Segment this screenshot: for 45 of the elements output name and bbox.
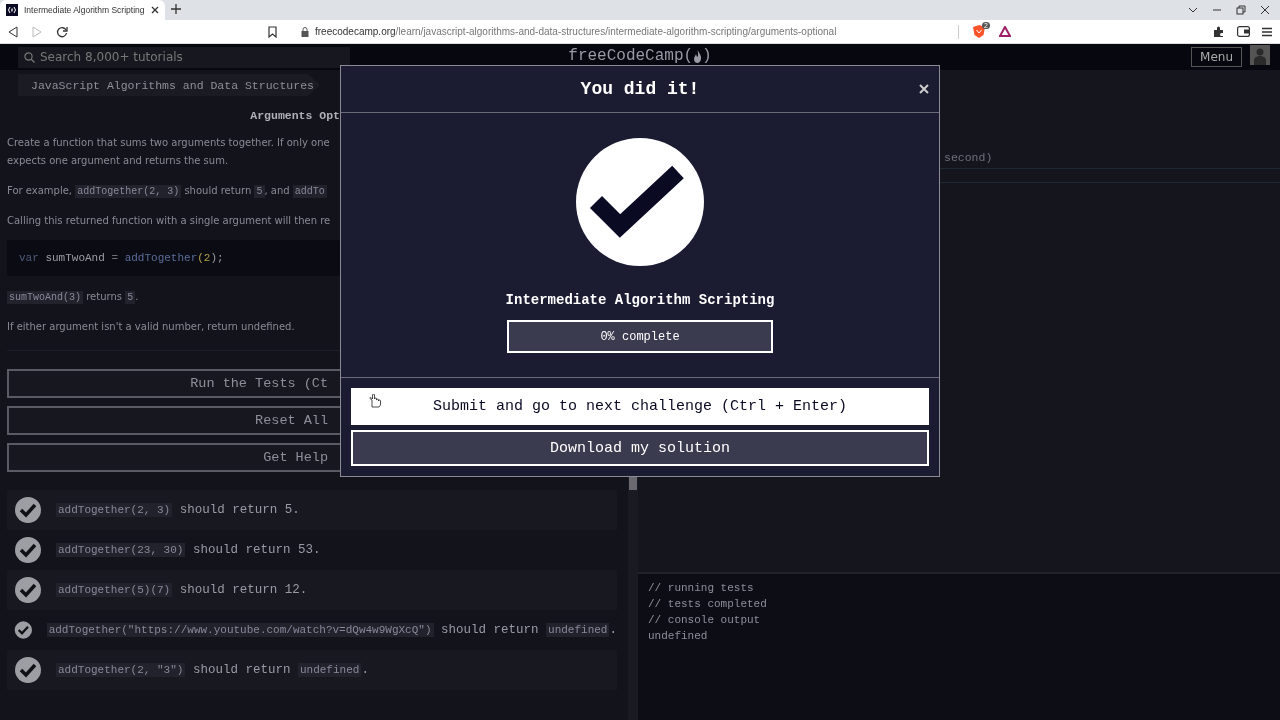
submit-button[interactable]: Submit and go to next challenge (Ctrl + Enter)	[351, 388, 929, 425]
wallet-icon[interactable]	[1237, 26, 1250, 37]
description-text: Calling this returned function with a single argument will then re	[7, 214, 331, 228]
puzzle-icon[interactable]	[1213, 25, 1225, 38]
description-text: sumTwoAnd(3) returns 5 .	[7, 290, 139, 306]
logo-text[interactable]: )	[702, 47, 712, 65]
restore-icon[interactable]	[1236, 5, 1246, 15]
check-icon	[576, 138, 704, 266]
lock-icon	[301, 26, 309, 37]
close-icon[interactable]	[151, 6, 159, 14]
search-icon	[24, 51, 35, 63]
console-line: // tests completed	[648, 597, 768, 612]
description-text: For example, addTogether(2, 3) should return 5 , and addTo	[7, 184, 327, 200]
test-description: addTogether(23, 30) should return 53.	[56, 543, 321, 557]
bookmark-icon[interactable]	[268, 25, 277, 38]
url-text[interactable]: freecodecamp.org/learn/javascript-algorithms-and-data-structures/intermediate-algorithm-scripting/arguments-optional	[315, 26, 837, 37]
challenge-title: Arguments Opt	[249, 109, 340, 122]
search-field[interactable]: Search 8,000+ tutorials	[18, 46, 350, 68]
progress-bar: 0% complete	[507, 320, 773, 353]
console-line: // console output	[648, 613, 762, 628]
chevron-down-icon[interactable]	[1188, 7, 1198, 13]
reload-icon[interactable]	[56, 25, 68, 38]
menu-button[interactable]: Menu	[1191, 47, 1242, 67]
plus-icon[interactable]	[171, 4, 181, 14]
pointer-cursor-icon	[369, 394, 381, 408]
menu-icon[interactable]	[1262, 26, 1272, 37]
close-icon[interactable]	[1260, 5, 1270, 15]
test-description: addTogether(5)(7) should return 12.	[56, 583, 308, 597]
triangle-icon[interactable]	[999, 26, 1011, 37]
download-button[interactable]: Download my solution	[351, 430, 929, 466]
test-description: addTogether(2, "3") should return undefined .	[56, 663, 369, 677]
shield-icon[interactable]	[973, 25, 985, 38]
console-line: // running tests	[648, 581, 755, 596]
test-description: addTogether(2, 3) should return 5.	[56, 503, 300, 517]
browser-tab[interactable]: Intermediate Algorithm Scripting	[0, 0, 165, 20]
console-line: undefined	[648, 629, 709, 644]
back-icon[interactable]	[8, 25, 18, 38]
breadcrumb-link[interactable]: JavaScript Algorithms and Data Structures	[18, 74, 320, 96]
favicon-icon	[6, 4, 18, 16]
code-text: second)	[944, 151, 993, 164]
flame-icon	[693, 49, 703, 63]
description-text: If either argument isn't a valid number, return undefined.	[7, 320, 295, 334]
test-description: addTogether("https://www.youtube.com/watch?v=dQw4w9WgXcQ") should return undefined .	[46, 623, 617, 637]
logo-text[interactable]: freeCodeCamp(	[568, 47, 694, 65]
description-text: Create a function that sums two arguments together. If only one expects one argument and returns the sum.	[7, 136, 330, 168]
